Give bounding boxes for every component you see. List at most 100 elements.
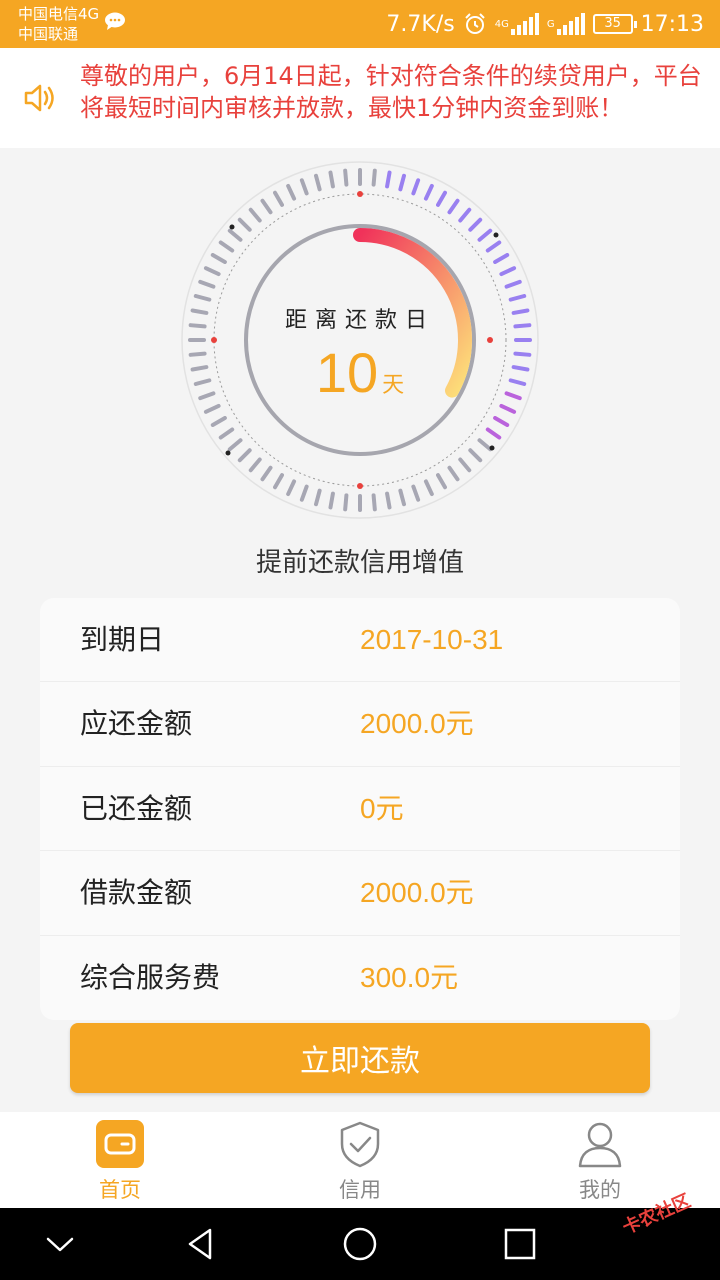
net-type-1: 4G [494, 18, 509, 30]
dial-tick [286, 479, 297, 497]
dial-dot [225, 450, 231, 456]
dial-tick [485, 240, 502, 253]
detail-value: 2000.0元 [360, 877, 474, 909]
net-type-2: G [546, 18, 555, 30]
dial-tick [423, 479, 434, 497]
dial-tick [273, 190, 284, 207]
dial-tick [218, 427, 235, 440]
dial-tick [273, 473, 284, 490]
speaker-icon [24, 84, 54, 112]
dial-tick [468, 217, 483, 232]
dial-tick [493, 253, 510, 264]
dial-tick [485, 427, 502, 440]
tab-credit[interactable]: 信用 [240, 1112, 480, 1208]
dial-tick [499, 403, 517, 414]
dial-tick [499, 266, 517, 277]
dial-tick [314, 488, 322, 507]
dial-dot [229, 224, 235, 230]
battery-icon: 35 [592, 14, 637, 34]
detail-label: 借款金额 [80, 876, 193, 910]
dial-tick [447, 465, 460, 482]
days-remaining: 10 天 [180, 340, 540, 405]
dial-tick [203, 403, 221, 414]
detail-row-loan-amount: 借款金额 2000.0元 [40, 851, 680, 936]
dial-tick [436, 190, 447, 207]
dial-tick [468, 448, 483, 463]
battery-level: 35 [604, 16, 621, 31]
dial-tick [343, 493, 349, 512]
dial-tick [371, 168, 377, 187]
home-icon[interactable] [340, 1224, 380, 1264]
dial-tick [210, 416, 227, 427]
dial-tick [286, 183, 297, 201]
dial-tick [504, 279, 522, 289]
tab-label: 首页 [99, 1178, 141, 1202]
dial-tick [260, 198, 273, 215]
signal-1-icon [510, 13, 539, 35]
dial-marker [357, 191, 363, 197]
dial-tick [398, 173, 406, 192]
carrier-info: 中国电信4G 中国联通 [18, 4, 99, 44]
detail-label: 应还金额 [80, 707, 193, 741]
dial-tick [328, 491, 335, 510]
status-right: 7.7K/s 4G G 35 17:13 [386, 8, 704, 40]
dial-tick [198, 279, 216, 289]
dial-tick [398, 488, 406, 507]
detail-label: 已还金额 [80, 791, 193, 825]
dial-tick [328, 170, 335, 189]
dial-tick [508, 294, 527, 302]
loan-details-card: 到期日 2017-10-31 应还金额 2000.0元 已还金额 0元 借款金额… [40, 598, 680, 1020]
dial-tick [477, 228, 493, 242]
detail-row-due-date: 到期日 2017-10-31 [40, 598, 680, 683]
signal-2-icon [556, 13, 585, 35]
user-icon [578, 1122, 622, 1168]
tab-home[interactable]: 首页 [0, 1112, 240, 1208]
days-unit: 天 [382, 373, 405, 398]
dial-tick [493, 416, 510, 427]
dial-tick [458, 207, 472, 223]
alarm-clock-icon [465, 13, 485, 34]
dial-tick [314, 173, 322, 192]
status-bar: 中国电信4G 中国联通 7.7K/s 4G G 35 17:13 [0, 0, 720, 48]
dial-tick [218, 240, 235, 253]
days-number: 10 [315, 341, 379, 404]
dial-tick [248, 457, 262, 473]
dial-title: 距离还款日 [284, 308, 435, 333]
tab-label: 信用 [339, 1178, 381, 1202]
wallet-icon [96, 1120, 144, 1168]
bottom-tab-bar: 首页 信用 我的 [0, 1112, 720, 1208]
dial-marker [357, 483, 363, 489]
dial-tick [248, 207, 262, 223]
network-speed: 7.7K/s [386, 11, 455, 37]
chevron-down-icon[interactable] [40, 1224, 80, 1264]
dial-tick [477, 438, 493, 452]
recents-icon[interactable] [500, 1224, 540, 1264]
shield-check-icon [340, 1121, 380, 1168]
dial-dot [489, 445, 495, 451]
dial-tick [423, 183, 434, 201]
detail-label: 综合服务费 [80, 960, 221, 994]
dial-tick [260, 465, 273, 482]
dial-tick [343, 168, 349, 187]
dial-tick [227, 438, 243, 452]
dial-tick [411, 484, 421, 502]
notice-banner: 尊敬的用户，6月14日起，针对符合条件的续贷用户，平台将最短时间内审核并放款，最… [0, 48, 720, 148]
dial-tick [237, 448, 252, 463]
dial-tick [385, 170, 392, 189]
dial-tick [385, 491, 392, 510]
subtitle: 提前还款信用增值 [255, 548, 464, 578]
detail-value: 0元 [360, 792, 404, 824]
notice-text: 尊敬的用户，6月14日起，针对符合条件的续贷用户，平台将最短时间内审核并放款，最… [80, 62, 702, 122]
back-icon[interactable] [180, 1224, 220, 1264]
system-nav-bar [0, 1208, 720, 1280]
dial-tick [436, 473, 447, 490]
carrier-1: 中国电信4G [18, 5, 100, 23]
detail-row-service-fee: 综合服务费 300.0元 [40, 936, 680, 1020]
dial-tick [371, 493, 377, 512]
chat-bubble-icon [105, 12, 125, 30]
detail-label: 到期日 [80, 623, 165, 656]
repay-now-button[interactable]: 立即还款 [70, 1023, 650, 1093]
detail-row-amount-due: 应还金额 2000.0元 [40, 682, 680, 767]
dial-tick [227, 228, 243, 242]
clock: 17:13 [640, 11, 704, 37]
